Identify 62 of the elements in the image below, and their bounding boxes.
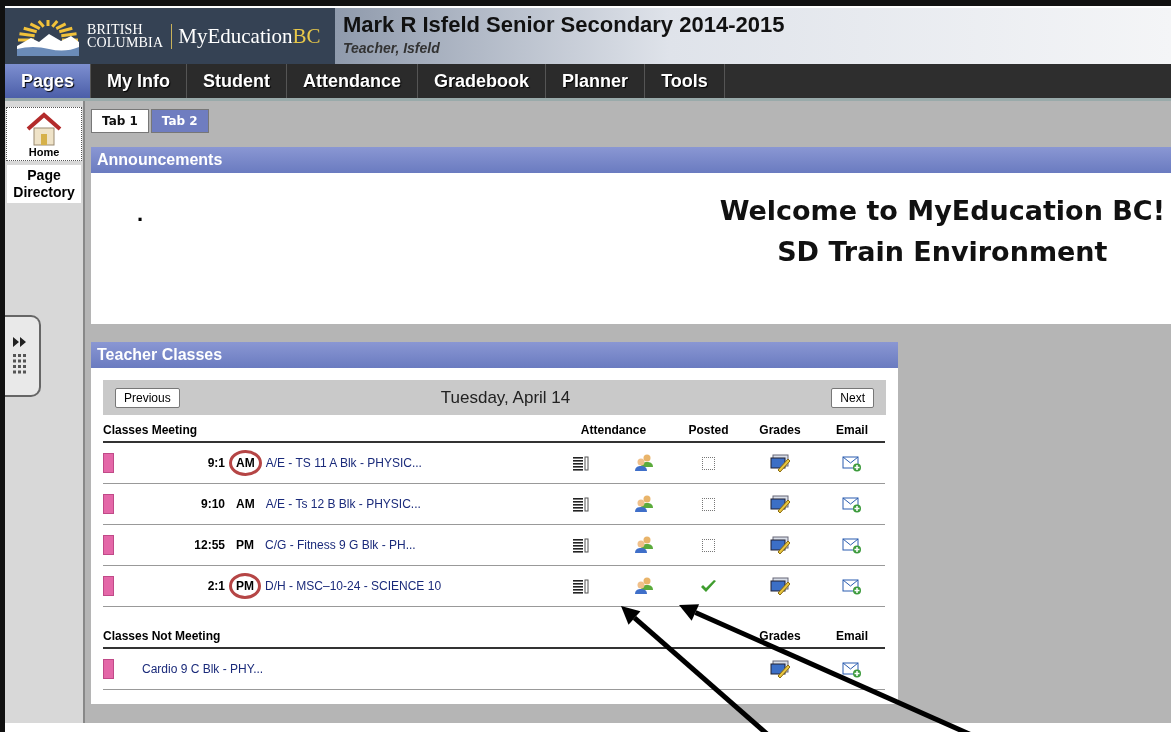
- class-color-swatch: [103, 453, 114, 473]
- announcement-text: SD Train Environment: [777, 236, 1108, 267]
- people-icon[interactable]: [633, 577, 654, 595]
- course-link[interactable]: A/E - Ts 12 B Blk - PHYSIC...: [265, 497, 421, 511]
- school-title: Mark R Isfeld Senior Secondary 2014-2015: [343, 12, 786, 38]
- logo-text: BRITISH: [87, 23, 144, 36]
- panel-header: Teacher Classes: [91, 342, 898, 368]
- class-color-swatch: [103, 576, 114, 596]
- column-header: Classes Not Meeting: [103, 621, 741, 649]
- user-role: Teacher, Isfeld: [343, 40, 441, 56]
- circled-period: AM: [229, 450, 262, 476]
- logo-text: COLUMBIA: [87, 36, 164, 49]
- gradebook-icon[interactable]: [770, 495, 790, 513]
- column-header: Grades: [741, 621, 819, 649]
- sidebar-toggle[interactable]: [5, 315, 41, 397]
- grip-icon: [12, 353, 28, 375]
- class-time: 12:55: [193, 538, 225, 552]
- column-header: Email: [819, 621, 885, 649]
- list-icon[interactable]: [573, 578, 589, 594]
- home-tile[interactable]: Home: [6, 107, 82, 161]
- gradebook-icon[interactable]: [770, 660, 790, 678]
- gradebook-icon[interactable]: [770, 454, 790, 472]
- column-header: Grades: [741, 415, 819, 443]
- announcement-dot: .: [137, 201, 144, 227]
- people-icon[interactable]: [633, 454, 654, 472]
- double-arrow-icon: [13, 337, 27, 347]
- column-header: Email: [819, 415, 885, 443]
- class-period: PM: [235, 537, 255, 554]
- brand-name: MyEducationBC: [171, 23, 321, 49]
- column-header: Classes Meeting: [103, 415, 551, 443]
- list-icon[interactable]: [573, 496, 589, 512]
- course-link[interactable]: C/G - Fitness 9 G Blk - PH...: [265, 538, 416, 552]
- course-link[interactable]: A/E - TS 11 A Blk - PHYSIC...: [265, 456, 422, 470]
- people-icon[interactable]: [633, 536, 654, 554]
- class-color-swatch: [103, 659, 114, 679]
- page-tab[interactable]: Tab 2: [150, 109, 209, 133]
- date-label: Tuesday, April 14: [440, 387, 571, 408]
- course-link[interactable]: Cardio 9 C Blk - PHY...: [142, 662, 264, 676]
- gradebook-icon[interactable]: [770, 577, 790, 595]
- circled-period: PM: [229, 573, 261, 599]
- class-time: 9:10: [199, 497, 225, 511]
- page-tab[interactable]: Tab 1: [91, 109, 149, 133]
- page-directory-link[interactable]: Page Directory: [7, 165, 81, 203]
- list-icon[interactable]: [573, 455, 589, 471]
- email-icon[interactable]: [842, 660, 862, 678]
- column-header: Attendance: [551, 415, 676, 443]
- class-color-swatch: [103, 535, 114, 555]
- panel-header: Announcements: [91, 147, 1171, 173]
- nav-tab[interactable]: Pages: [5, 64, 92, 98]
- people-icon[interactable]: [633, 495, 654, 513]
- next-button[interactable]: Next: [831, 387, 874, 408]
- house-icon: [26, 112, 62, 146]
- class-period: AM: [235, 496, 256, 513]
- previous-button[interactable]: Previous: [115, 387, 180, 408]
- class-time: 2:1: [206, 579, 225, 593]
- list-icon[interactable]: [573, 537, 589, 553]
- announcement-text: Welcome to MyEducation BC!: [719, 195, 1165, 226]
- gradebook-icon[interactable]: [770, 536, 790, 554]
- class-time: 9:1: [206, 456, 225, 470]
- course-link[interactable]: D/H - MSC–10-24 - SCIENCE 10: [265, 579, 442, 593]
- class-color-swatch: [103, 494, 114, 514]
- column-header: Posted: [676, 415, 741, 443]
